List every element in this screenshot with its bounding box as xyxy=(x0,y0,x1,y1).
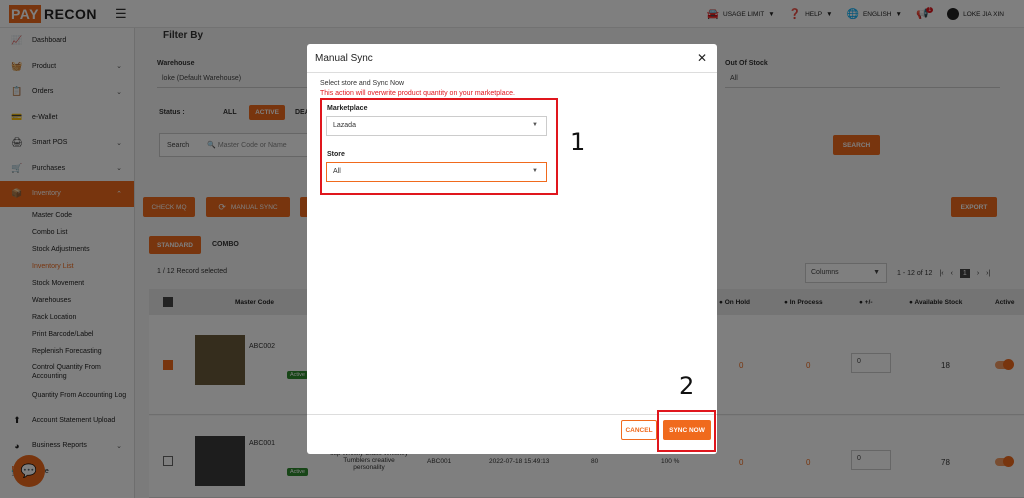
store-label: Store xyxy=(327,151,345,158)
marketplace-select[interactable]: Lazada ▼ xyxy=(326,116,547,136)
caret-down-icon: ▼ xyxy=(532,122,538,128)
store-value: All xyxy=(333,168,341,175)
marketplace-label: Marketplace xyxy=(327,105,368,112)
sync-now-button[interactable]: SYNC NOW xyxy=(663,420,711,440)
modal-footer-divider xyxy=(307,414,717,415)
modal-subtitle: Select store and Sync Now xyxy=(320,80,405,87)
cancel-button[interactable]: CANCEL xyxy=(621,420,657,440)
store-select[interactable]: All ▼ xyxy=(326,162,547,182)
marketplace-value: Lazada xyxy=(333,122,356,129)
modal-title: Manual Sync xyxy=(315,53,373,64)
modal-divider xyxy=(307,72,717,73)
annotation-step-2: 2 xyxy=(679,372,695,400)
caret-down-icon: ▼ xyxy=(532,168,538,174)
modal-warning: This action will overwrite product quant… xyxy=(320,90,515,97)
annotation-step-1: 1 xyxy=(570,128,586,156)
manual-sync-modal: Manual Sync ✕ Select store and Sync Now … xyxy=(307,44,717,454)
close-icon[interactable]: ✕ xyxy=(697,51,707,65)
